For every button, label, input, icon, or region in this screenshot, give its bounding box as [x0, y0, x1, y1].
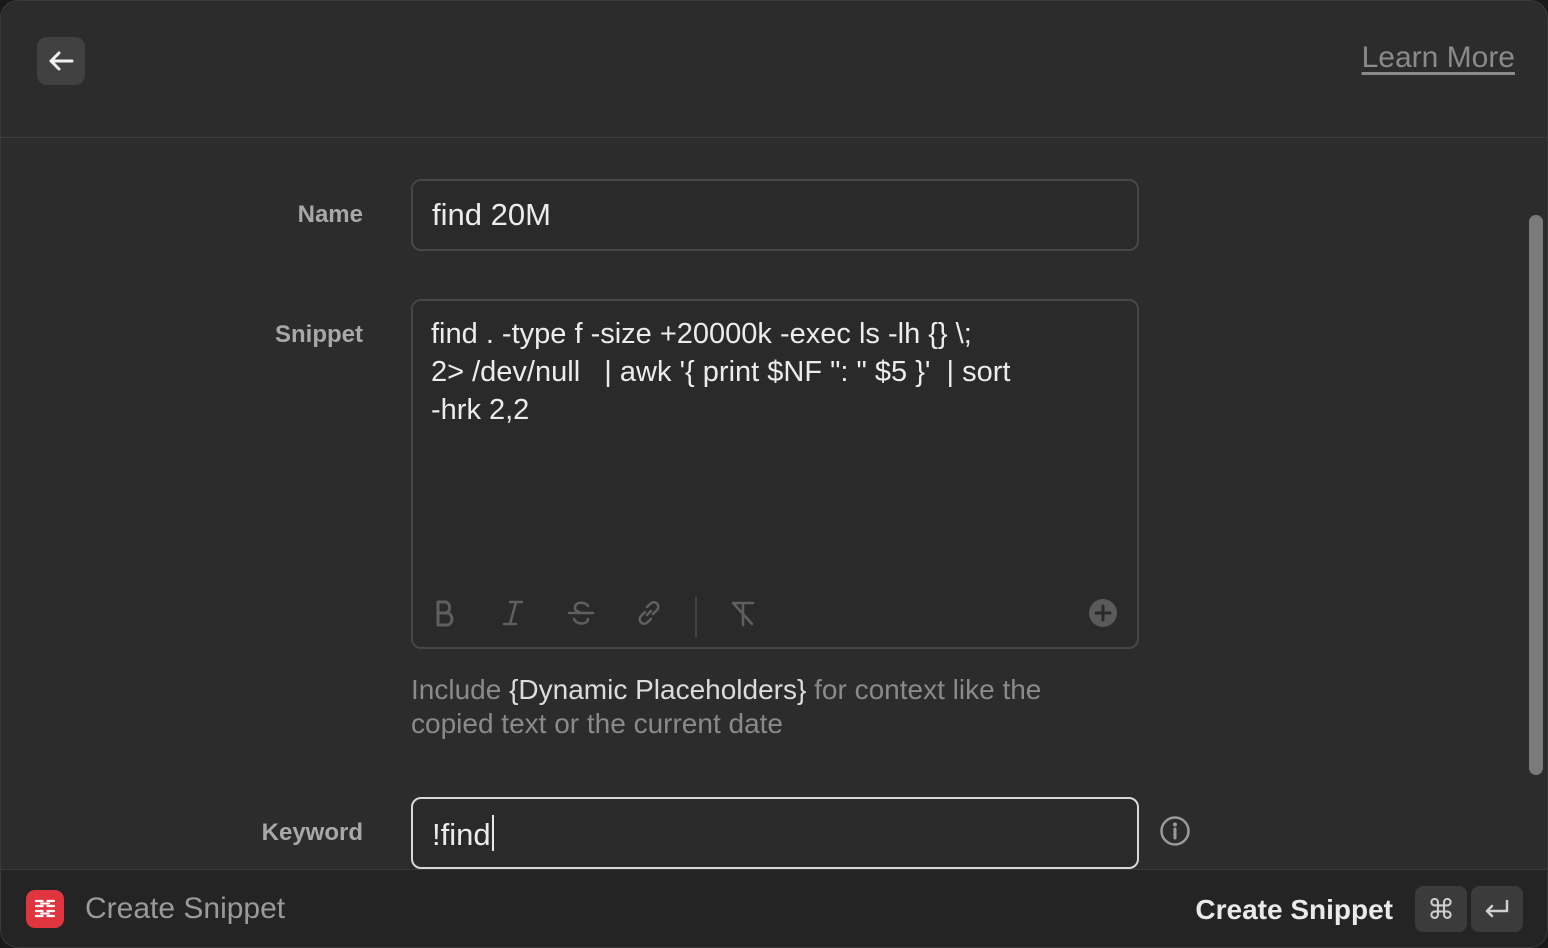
header-divider: [1, 137, 1547, 138]
arrow-left-icon: [49, 51, 74, 71]
link-icon[interactable]: [633, 597, 665, 629]
dynamic-placeholders-link[interactable]: {Dynamic Placeholders}: [509, 674, 806, 705]
link-glyph: [638, 601, 660, 625]
clear-format-icon[interactable]: [727, 597, 759, 629]
snippet-line: 2> /dev/null | awk '{ print $NF ": " $5 …: [431, 356, 1011, 388]
header: Learn More: [1, 1, 1547, 121]
create-snippet-button[interactable]: Create Snippet: [1195, 894, 1393, 926]
snippet-line: -hrk 2,2: [431, 394, 530, 426]
scrollbar-thumb[interactable]: [1529, 215, 1543, 775]
return-glyph: [1485, 899, 1509, 918]
name-label: Name: [297, 201, 363, 228]
plus-circle-glyph: [1089, 599, 1117, 627]
command-key-icon: ⌘: [1415, 886, 1467, 932]
action-bar: Create Snippet Create Snippet ⌘: [1, 869, 1547, 947]
info-icon[interactable]: [1159, 815, 1191, 847]
keyword-label: Keyword: [261, 819, 363, 846]
text-caret: [491, 815, 494, 851]
clear-format-glyph: [731, 601, 755, 627]
keyword-input[interactable]: !find: [411, 797, 1139, 869]
return-key-icon: [1471, 886, 1523, 932]
snippet-text[interactable]: find . -type f -size +20000k -exec ls -l…: [431, 315, 1121, 429]
bold-icon[interactable]: [429, 597, 461, 629]
footer-title: Create Snippet: [85, 892, 286, 925]
placeholder-hint: Include {Dynamic Placeholders} for conte…: [411, 673, 1131, 741]
snippet-line: find . -type f -size +20000k -exec ls -l…: [431, 318, 972, 350]
snippets-glyph: [34, 899, 56, 919]
bold-glyph: [436, 600, 454, 627]
strikethrough-glyph: [567, 601, 595, 625]
scrollbar[interactable]: [1529, 215, 1543, 775]
keyword-value-wrap: !find: [432, 815, 494, 853]
add-placeholder-icon[interactable]: [1087, 597, 1119, 629]
name-value: find 20M: [432, 197, 551, 232]
info-glyph: [1160, 816, 1190, 846]
strikethrough-icon[interactable]: [565, 597, 597, 629]
create-snippet-window: Learn More Name find 20M Snippet find . …: [0, 0, 1548, 948]
learn-more-link[interactable]: Learn More: [1362, 41, 1515, 75]
keyword-value: !find: [432, 817, 491, 852]
italic-glyph: [502, 600, 524, 626]
snippets-icon: [26, 890, 64, 928]
snippet-label: Snippet: [275, 321, 363, 348]
italic-icon[interactable]: [497, 597, 529, 629]
back-button[interactable]: [37, 37, 85, 85]
name-field[interactable]: find 20M: [411, 179, 1139, 251]
hint-prefix: Include: [411, 674, 510, 705]
toolbar-separator: [695, 597, 697, 637]
snippet-editor[interactable]: find . -type f -size +20000k -exec ls -l…: [411, 299, 1139, 649]
